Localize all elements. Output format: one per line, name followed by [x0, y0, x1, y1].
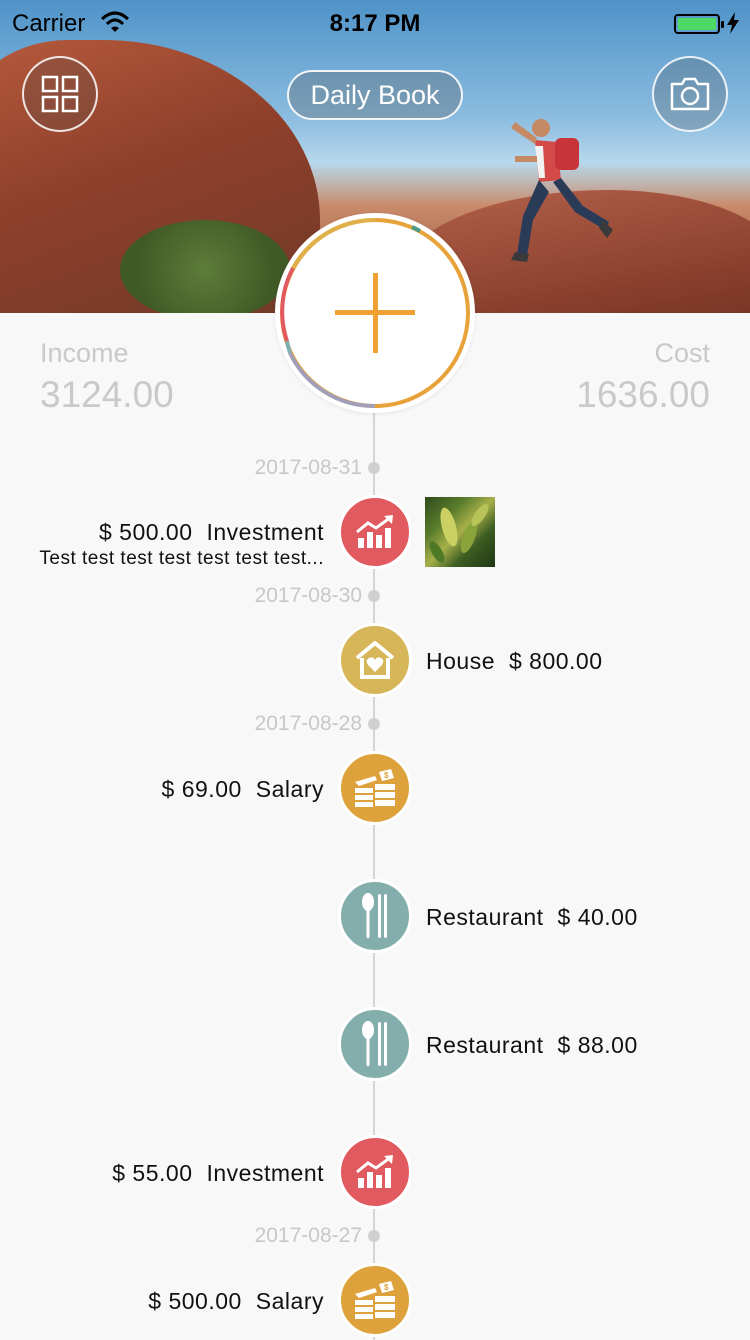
record-category-button[interactable]	[338, 623, 412, 697]
record-category: Salary	[255, 776, 324, 802]
hero-jumping-person	[511, 119, 613, 262]
date-dot	[368, 718, 380, 730]
record-amount: $ 800.00	[508, 648, 603, 674]
menu-button[interactable]	[22, 56, 98, 132]
record-amount: $ 69.00	[161, 776, 242, 802]
status-bar: Carrier 8:17 PM	[0, 0, 750, 46]
record-amount: $ 55.00	[112, 1160, 193, 1186]
record-income-text[interactable]: $ 55.00 Investment	[112, 1160, 324, 1187]
record-amount: $ 500.00	[98, 519, 193, 545]
date-dot	[368, 1230, 380, 1242]
record-expense-text[interactable]: Restaurant $ 88.00	[426, 1032, 638, 1059]
record-category: Restaurant	[426, 904, 544, 930]
record-expense-text[interactable]: Restaurant $ 40.00	[426, 904, 638, 931]
chart-up-icon	[356, 515, 393, 548]
income-value: 3124.00	[40, 374, 174, 415]
record-amount: $ 40.00	[557, 904, 638, 930]
house-heart-icon	[355, 641, 395, 679]
record-category: Investment	[206, 1160, 324, 1186]
date-label: 2017-08-28	[254, 712, 362, 735]
book-title-button[interactable]: Daily Book	[287, 70, 463, 120]
money-stack-icon: $	[355, 1281, 395, 1319]
chart-up-icon	[356, 1155, 393, 1188]
date-label: 2017-08-27	[254, 1224, 362, 1247]
record-photo-thumbnail[interactable]	[425, 497, 495, 567]
record-income-text[interactable]: $ 500.00 Salary	[148, 1288, 324, 1315]
cost-label: Cost	[654, 338, 710, 368]
svg-text:$: $	[384, 771, 389, 780]
date-dot	[368, 462, 380, 474]
record-category: House	[426, 648, 495, 674]
record-category: Investment	[206, 519, 324, 545]
plus-icon	[335, 273, 415, 353]
record-amount: $ 500.00	[148, 1288, 242, 1314]
record-category: Restaurant	[426, 1032, 544, 1058]
money-stack-icon: $	[355, 769, 395, 807]
camera-icon	[670, 77, 710, 111]
cost-value: 1636.00	[576, 374, 710, 415]
grid-icon	[41, 75, 79, 113]
record-category-button[interactable]	[338, 1007, 412, 1081]
record-category-button[interactable]: $	[338, 751, 412, 825]
spoon-chopsticks-icon	[362, 1021, 387, 1066]
record-income-text[interactable]: $ 500.00 Investment	[99, 519, 324, 546]
date-dot	[368, 590, 380, 602]
record-expense-text[interactable]: House $ 800.00	[426, 648, 603, 675]
record-amount: $ 88.00	[557, 1032, 638, 1058]
record-category: Salary	[255, 1288, 324, 1314]
record-category-button[interactable]	[338, 1135, 412, 1209]
battery-icon	[674, 14, 724, 34]
record-category-button[interactable]	[338, 879, 412, 953]
charging-icon	[727, 12, 739, 34]
svg-text:$: $	[384, 1283, 389, 1292]
add-record-button[interactable]	[275, 213, 475, 413]
record-income-text[interactable]: $ 69.00 Salary	[162, 776, 324, 803]
date-label: 2017-08-30	[254, 584, 362, 607]
camera-button[interactable]	[652, 56, 728, 132]
hero-bush	[120, 220, 290, 313]
date-label: 2017-08-31	[254, 456, 362, 479]
record-note: Test test test test test test test...	[39, 548, 324, 569]
clock: 8:17 PM	[329, 10, 421, 37]
spoon-chopsticks-icon	[362, 893, 387, 938]
record-category-button[interactable]	[338, 495, 412, 569]
leaf-photo	[429, 503, 489, 563]
record-category-button[interactable]: $	[338, 1263, 412, 1337]
income-label: Income	[40, 338, 129, 368]
